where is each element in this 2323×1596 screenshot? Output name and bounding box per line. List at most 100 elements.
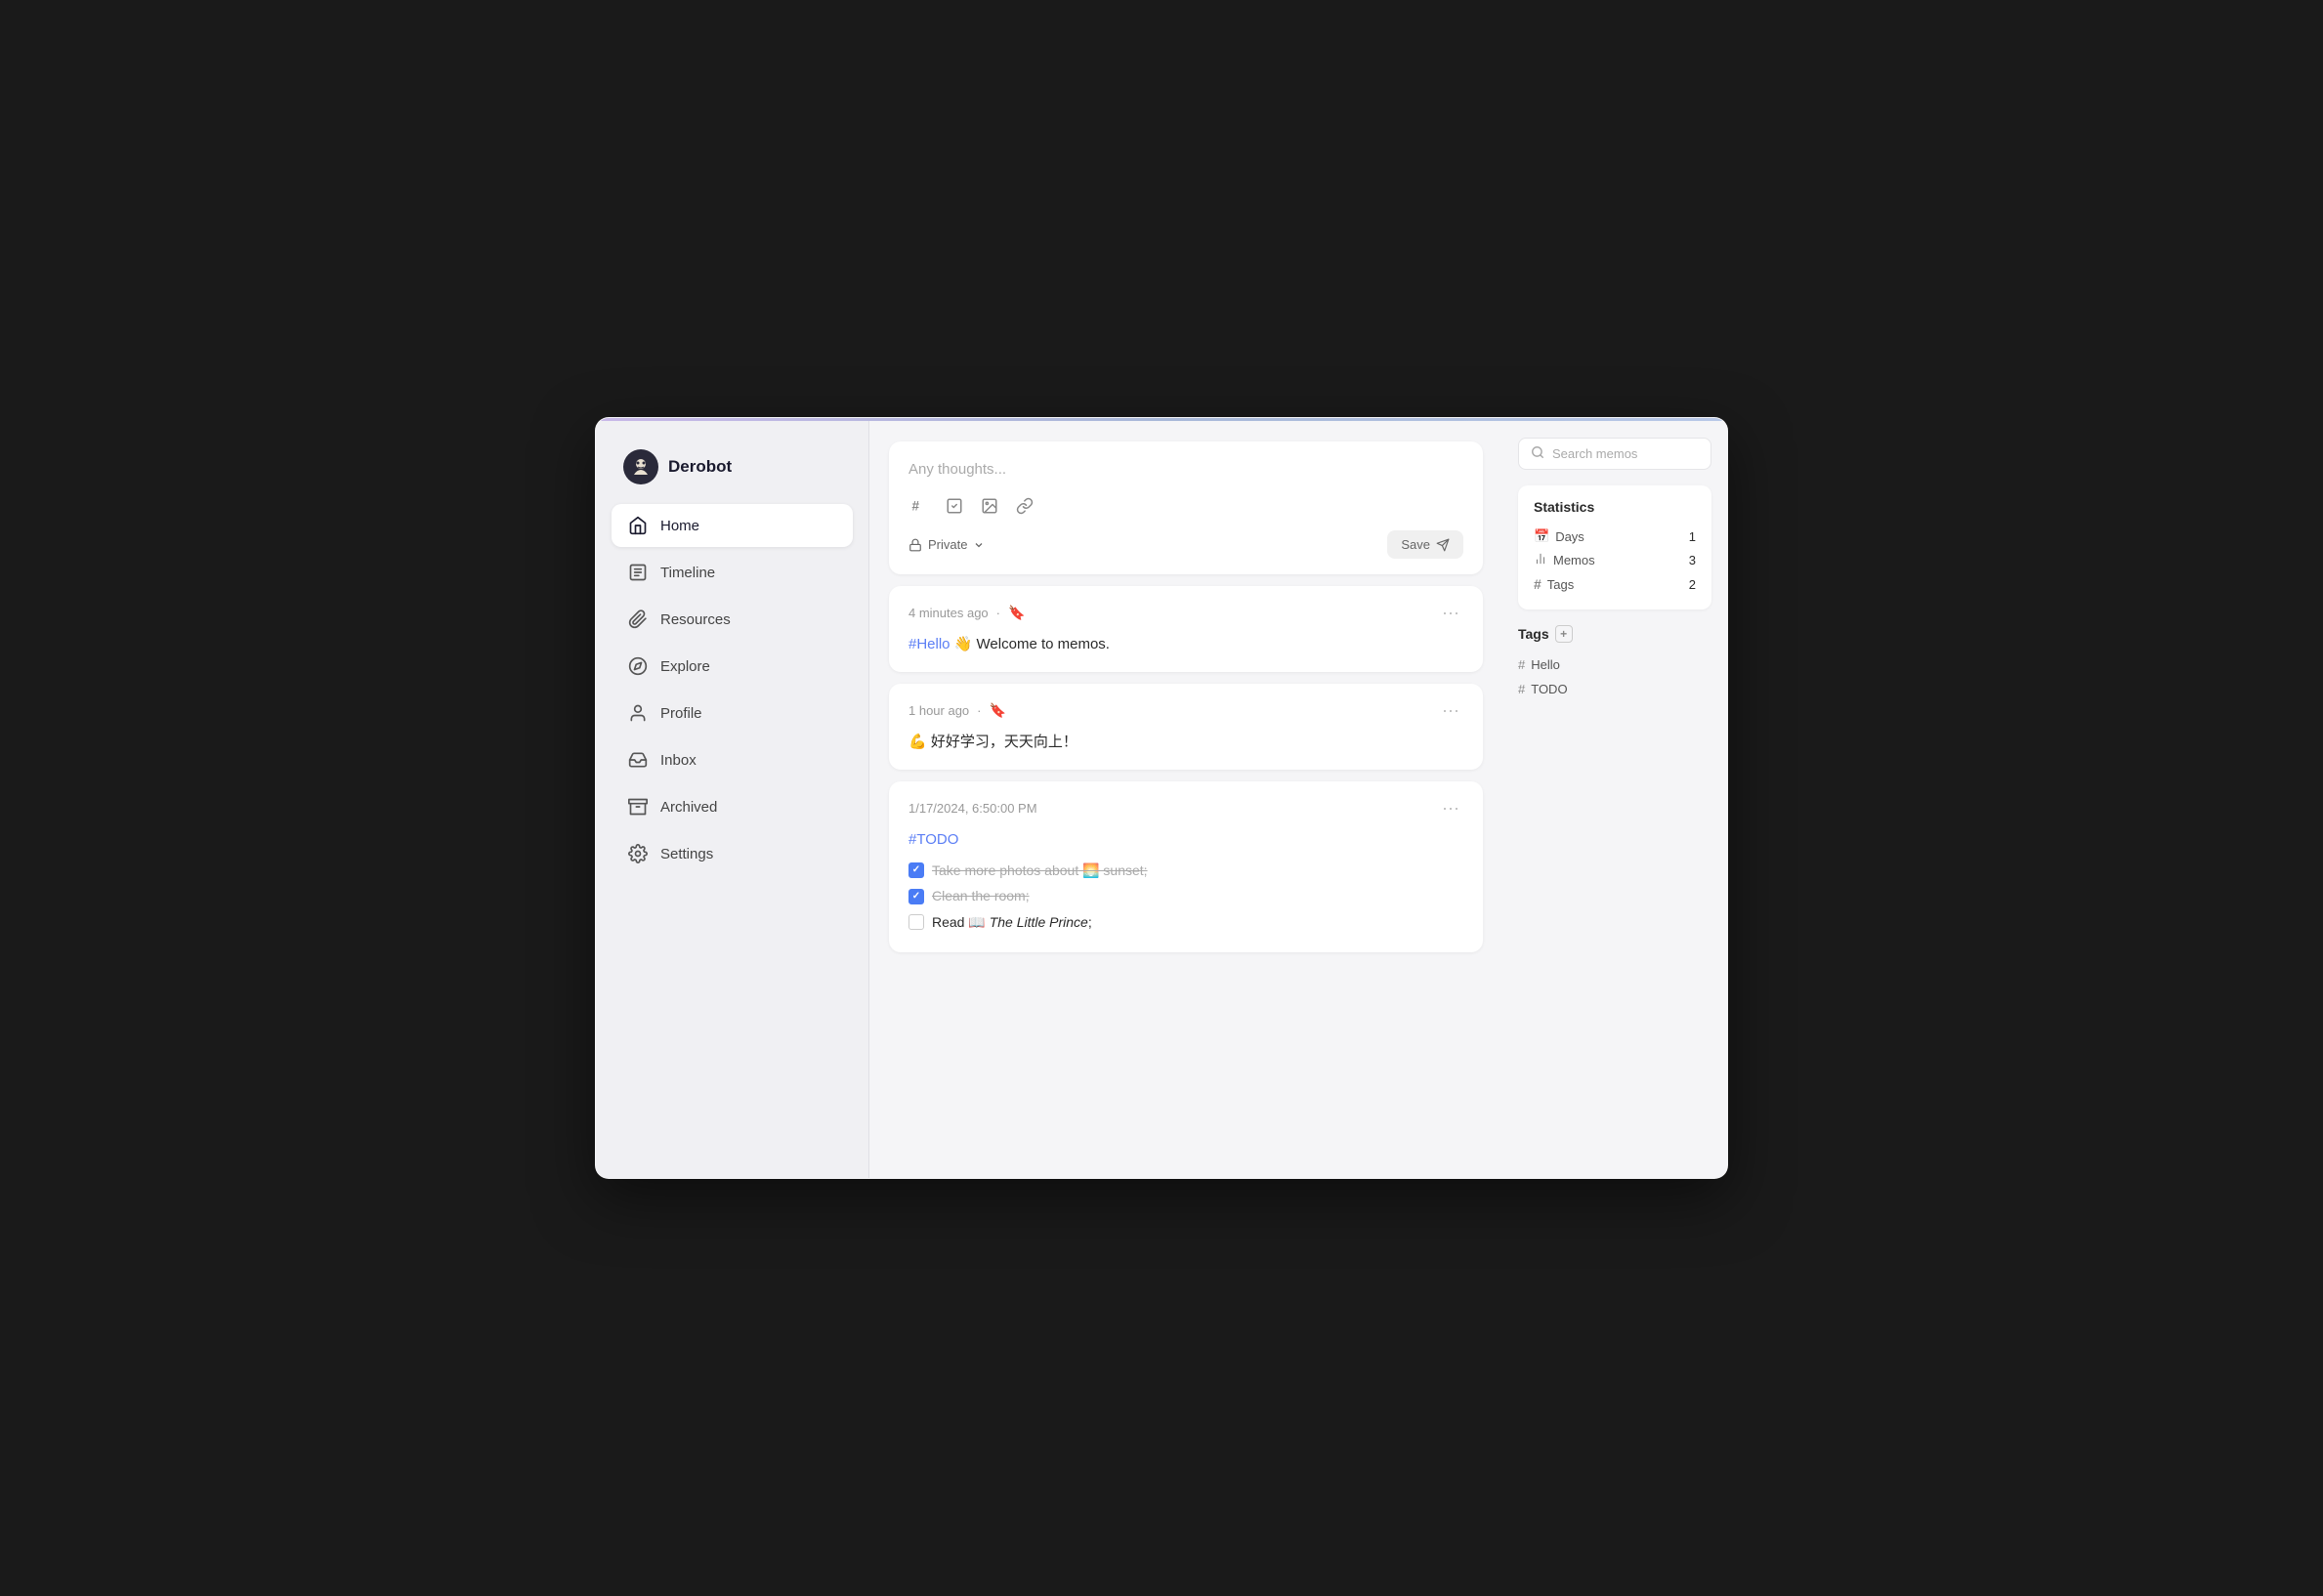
memo-content-3: #TODO Take more photos about 🌅 sunset; C… xyxy=(908,828,1463,933)
profile-icon xyxy=(627,702,649,724)
settings-label: Settings xyxy=(660,846,713,862)
app-window: Derobot Home Timeline xyxy=(595,417,1728,1179)
checklist-toolbar-icon[interactable] xyxy=(944,495,965,517)
home-label: Home xyxy=(660,518,699,534)
stat-label-days: 📅 Days xyxy=(1534,528,1584,544)
compose-toolbar: # xyxy=(908,495,1463,517)
tags-hash-icon: # xyxy=(1534,576,1542,592)
memo-header-1: 4 minutes ago · 🔖 ··· xyxy=(908,602,1463,623)
memo-card-3: 1/17/2024, 6:50:00 PM ··· #TODO Take mor… xyxy=(889,781,1483,952)
search-icon xyxy=(1531,445,1544,462)
todo-text-2: Clean the room; xyxy=(932,885,1030,906)
sidebar-item-settings[interactable]: Settings xyxy=(612,832,853,875)
todo-text-3: Read 📖 The Little Prince; xyxy=(932,911,1092,933)
tags-title: Tags xyxy=(1518,626,1549,642)
tags-header: Tags + xyxy=(1518,625,1711,643)
explore-icon xyxy=(627,655,649,677)
memo-more-3[interactable]: ··· xyxy=(1438,797,1463,819)
stat-label-memos: Memos xyxy=(1534,552,1595,568)
stat-value-tags: 2 xyxy=(1689,577,1696,592)
todo-item-2: Clean the room; xyxy=(908,885,1463,906)
todo-item-1: Take more photos about 🌅 sunset; xyxy=(908,860,1463,881)
add-tag-button[interactable]: + xyxy=(1555,625,1573,643)
memo-card-1: 4 minutes ago · 🔖 ··· #Hello 👋 Welcome t… xyxy=(889,586,1483,672)
explore-label: Explore xyxy=(660,658,710,675)
memos-bar-icon xyxy=(1534,552,1547,568)
tag-hello-link[interactable]: #Hello xyxy=(908,636,950,652)
sidebar-item-resources[interactable]: Resources xyxy=(612,598,853,641)
inbox-icon xyxy=(627,749,649,771)
sidebar-item-timeline[interactable]: Timeline xyxy=(612,551,853,594)
todo-checkbox-2[interactable] xyxy=(908,889,924,904)
todo-checkbox-1[interactable] xyxy=(908,862,924,878)
bookmark-icon-2[interactable]: 🔖 xyxy=(990,702,1006,719)
memo-dot-2: · xyxy=(977,703,981,718)
sidebar: Derobot Home Timeline xyxy=(596,418,869,1178)
memo-text-2: 💪 好好学习，天天向上！ xyxy=(908,734,1077,750)
stat-label-tags: # Tags xyxy=(1534,576,1574,592)
settings-icon xyxy=(627,843,649,864)
image-toolbar-icon[interactable] xyxy=(979,495,1000,517)
tag-toolbar-icon[interactable]: # xyxy=(908,495,930,517)
tag-item-todo[interactable]: # TODO xyxy=(1518,677,1711,701)
statistics-title: Statistics xyxy=(1534,499,1696,515)
memo-meta-2: 1 hour ago · 🔖 xyxy=(908,702,1006,719)
memo-time-2: 1 hour ago xyxy=(908,703,969,718)
memo-dot-1: · xyxy=(996,606,1000,620)
tag-label-todo: TODO xyxy=(1531,682,1567,696)
hash-icon-hello: # xyxy=(1518,657,1525,672)
hash-icon-todo: # xyxy=(1518,682,1525,696)
resources-label: Resources xyxy=(660,611,731,628)
memo-header-2: 1 hour ago · 🔖 ··· xyxy=(908,699,1463,721)
main-content: Any thoughts... # xyxy=(869,418,1502,1178)
bookmark-icon-1[interactable]: 🔖 xyxy=(1008,605,1025,621)
memo-time-3: 1/17/2024, 6:50:00 PM xyxy=(908,801,1037,816)
privacy-label: Private xyxy=(928,537,967,552)
stat-row-memos: Memos 3 xyxy=(1534,548,1696,572)
memo-meta-3: 1/17/2024, 6:50:00 PM xyxy=(908,801,1037,816)
sidebar-brand: Derobot xyxy=(612,441,853,492)
stat-row-tags: # Tags 2 xyxy=(1534,572,1696,596)
brand-avatar xyxy=(623,449,658,484)
right-panel: Statistics 📅 Days 1 xyxy=(1502,418,1727,1178)
statistics-card: Statistics 📅 Days 1 xyxy=(1518,485,1711,609)
archived-label: Archived xyxy=(660,799,717,816)
search-box[interactable] xyxy=(1518,438,1711,470)
todo-item-3: Read 📖 The Little Prince; xyxy=(908,911,1463,933)
sidebar-item-explore[interactable]: Explore xyxy=(612,645,853,688)
timeline-icon xyxy=(627,562,649,583)
compose-placeholder[interactable]: Any thoughts... xyxy=(908,457,1463,482)
todo-checkbox-3[interactable] xyxy=(908,914,924,930)
memo-text-1: 👋 Welcome to memos. xyxy=(954,636,1110,652)
memo-meta-1: 4 minutes ago · 🔖 xyxy=(908,605,1025,621)
compose-box: Any thoughts... # xyxy=(889,441,1483,574)
sidebar-item-profile[interactable]: Profile xyxy=(612,692,853,735)
calendar-icon: 📅 xyxy=(1534,528,1549,544)
save-button[interactable]: Save xyxy=(1387,530,1463,559)
svg-text:#: # xyxy=(912,499,920,514)
privacy-selector[interactable]: Private xyxy=(908,537,985,552)
sidebar-item-home[interactable]: Home xyxy=(612,504,853,547)
archived-icon xyxy=(627,796,649,818)
stat-value-days: 1 xyxy=(1689,529,1696,544)
memo-card-2: 1 hour ago · 🔖 ··· 💪 好好学习，天天向上！ xyxy=(889,684,1483,770)
sidebar-item-inbox[interactable]: Inbox xyxy=(612,738,853,781)
stat-value-memos: 3 xyxy=(1689,553,1696,567)
profile-label: Profile xyxy=(660,705,702,722)
memo-content-2: 💪 好好学习，天天向上！ xyxy=(908,731,1463,754)
todo-text-1: Take more photos about 🌅 sunset; xyxy=(932,860,1148,881)
home-icon xyxy=(627,515,649,536)
brand-name: Derobot xyxy=(668,457,732,477)
resources-icon xyxy=(627,609,649,630)
timeline-label: Timeline xyxy=(660,565,715,581)
compose-footer: Private Save xyxy=(908,530,1463,559)
link-toolbar-icon[interactable] xyxy=(1014,495,1035,517)
tag-item-hello[interactable]: # Hello xyxy=(1518,652,1711,677)
search-input[interactable] xyxy=(1552,446,1724,461)
stat-row-days: 📅 Days 1 xyxy=(1534,525,1696,548)
inbox-label: Inbox xyxy=(660,752,697,769)
memo-more-2[interactable]: ··· xyxy=(1438,699,1463,721)
tag-todo-link[interactable]: #TODO xyxy=(908,831,958,848)
memo-more-1[interactable]: ··· xyxy=(1438,602,1463,623)
sidebar-item-archived[interactable]: Archived xyxy=(612,785,853,828)
